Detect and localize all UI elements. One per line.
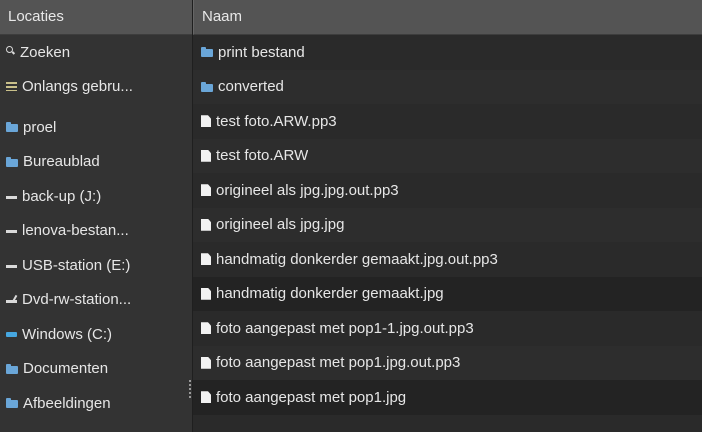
sidebar-item-usb-station[interactable]: USB-station (E:) xyxy=(0,248,192,283)
file-name: handmatig donkerder gemaakt.jpg xyxy=(216,285,444,303)
sidebar-item-windows-drive[interactable]: Windows (C:) xyxy=(0,317,192,352)
sidebar-item-bureaublad[interactable]: Bureaublad xyxy=(0,145,192,180)
file-name: print bestand xyxy=(218,43,305,61)
dvd-drive-icon xyxy=(6,300,17,304)
folder-icon xyxy=(6,156,18,167)
list-item[interactable]: foto aangepast met pop1-1.jpg.out.pp3 xyxy=(193,311,702,346)
sidebar-item-label: Documenten xyxy=(23,360,109,378)
windows-drive-icon xyxy=(6,332,17,338)
name-column-header[interactable]: Naam xyxy=(193,0,702,35)
folder-icon xyxy=(6,122,18,133)
sidebar-item-label: Onlangs gebru... xyxy=(22,78,133,96)
places-sidebar: Locaties Zoeken Onlangs gebru... proel B… xyxy=(0,0,193,432)
file-list: Naam print bestand converted test foto.A… xyxy=(193,0,702,432)
sidebar-item-label: Windows (C:) xyxy=(22,325,113,343)
file-name: converted xyxy=(218,78,284,96)
file-icon xyxy=(201,115,211,128)
drive-icon xyxy=(6,264,17,268)
sidebar-item-label: Dvd-rw-station... xyxy=(22,291,132,309)
sidebar-item-label: Bureaublad xyxy=(23,153,100,171)
file-name: origineel als jpg.jpg.out.pp3 xyxy=(216,181,399,199)
sidebar-item-label: proel xyxy=(23,118,57,136)
list-item[interactable]: converted xyxy=(193,69,702,104)
list-item[interactable]: origineel als jpg.jpg xyxy=(193,207,702,242)
list-item[interactable]: foto aangepast met pop1.jpg xyxy=(193,380,702,415)
sidebar-item-label: Afbeeldingen xyxy=(23,394,111,412)
file-icon xyxy=(201,391,211,404)
sidebar-item-label: USB-station (E:) xyxy=(22,256,131,274)
folder-icon xyxy=(6,398,18,409)
sidebar-item-backup-drive[interactable]: back-up (J:) xyxy=(0,179,192,214)
file-name: test foto.ARW xyxy=(216,147,309,165)
list-item[interactable]: handmatig donkerder gemaakt.jpg xyxy=(193,276,702,311)
sidebar-item-zoeken[interactable]: Zoeken xyxy=(0,35,192,70)
folder-icon xyxy=(201,81,213,92)
file-name: origineel als jpg.jpg xyxy=(216,216,345,234)
folder-icon xyxy=(201,47,213,58)
list-item[interactable]: print bestand xyxy=(193,35,702,70)
file-icon xyxy=(201,253,211,266)
file-name: handmatig donkerder gemaakt.jpg.out.pp3 xyxy=(216,250,498,268)
file-icon xyxy=(201,356,211,369)
list-item[interactable]: origineel als jpg.jpg.out.pp3 xyxy=(193,173,702,208)
file-chooser: Locaties Zoeken Onlangs gebru... proel B… xyxy=(0,0,702,432)
folder-icon xyxy=(6,363,18,374)
sidebar-item-afbeeldingen[interactable]: Afbeeldingen xyxy=(0,386,192,421)
sidebar-item-proel[interactable]: proel xyxy=(0,110,192,145)
file-icon xyxy=(201,149,211,162)
drive-icon xyxy=(6,195,17,199)
sidebar-item-label: back-up (J:) xyxy=(22,187,102,205)
recent-icon xyxy=(6,82,17,92)
places-header[interactable]: Locaties xyxy=(0,0,192,35)
sidebar-item-documenten[interactable]: Documenten xyxy=(0,352,192,387)
list-item[interactable]: foto aangepast met pop1.jpg.out.pp3 xyxy=(193,345,702,380)
sidebar-item-label: Zoeken xyxy=(20,43,71,61)
file-name: foto aangepast met pop1.jpg.out.pp3 xyxy=(216,354,461,372)
file-icon xyxy=(201,184,211,197)
sidebar-item-recent[interactable]: Onlangs gebru... xyxy=(0,70,192,105)
list-item[interactable]: handmatig donkerder gemaakt.jpg.out.pp3 xyxy=(193,242,702,277)
file-name: foto aangepast met pop1-1.jpg.out.pp3 xyxy=(216,319,474,337)
file-name: test foto.ARW.pp3 xyxy=(216,112,337,130)
sidebar-item-label: lenova-bestan... xyxy=(22,222,129,240)
file-icon xyxy=(201,322,211,335)
file-name: foto aangepast met pop1.jpg xyxy=(216,388,407,406)
file-icon xyxy=(201,287,211,300)
file-icon xyxy=(201,218,211,231)
list-item[interactable]: test foto.ARW.pp3 xyxy=(193,104,702,139)
drive-icon xyxy=(6,230,17,234)
pane-resize-handle[interactable] xyxy=(189,380,191,398)
search-icon xyxy=(6,45,15,55)
list-item[interactable]: test foto.ARW xyxy=(193,138,702,173)
sidebar-item-lenova-drive[interactable]: lenova-bestan... xyxy=(0,214,192,249)
sidebar-item-dvd-station[interactable]: Dvd-rw-station... xyxy=(0,283,192,318)
